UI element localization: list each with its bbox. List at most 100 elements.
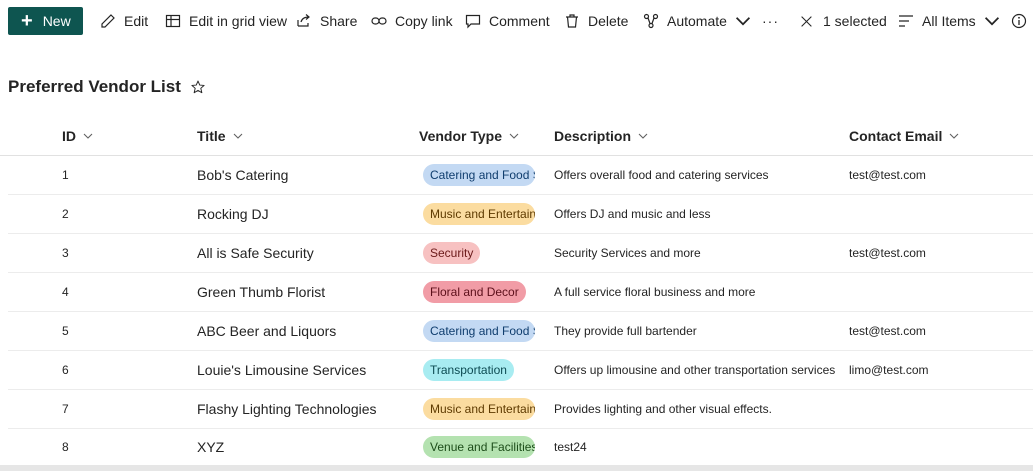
table-row[interactable]: 2 Rocking DJ Music and Entertainm Offers… bbox=[8, 195, 1033, 234]
table-row[interactable]: 4 Green Thumb Florist Floral and Decor A… bbox=[8, 273, 1033, 312]
table-row[interactable]: 1 Bob's Catering Catering and Food Se Of… bbox=[8, 156, 1033, 195]
column-header-description[interactable]: Description bbox=[554, 128, 648, 144]
cell-title[interactable]: Louie's Limousine Services bbox=[197, 351, 366, 389]
share-icon bbox=[297, 14, 310, 27]
view-switcher[interactable]: All Items bbox=[898, 0, 1008, 42]
delete-icon bbox=[566, 14, 578, 28]
info-button[interactable] bbox=[1011, 0, 1033, 42]
new-button[interactable]: + New bbox=[8, 7, 83, 35]
cell-description: Offers overall food and catering service… bbox=[554, 168, 769, 182]
vendor-type-pill: Catering and Food Se bbox=[423, 320, 535, 342]
cell-id: 7 bbox=[62, 402, 69, 416]
cell-title[interactable]: Flashy Lighting Technologies bbox=[197, 390, 377, 428]
delete-button[interactable]: Delete bbox=[564, 0, 628, 42]
vendor-type-pill: Security bbox=[423, 242, 481, 264]
cell-vendor-type: Floral and Decor bbox=[423, 273, 535, 311]
horizontal-scrollbar[interactable] bbox=[0, 465, 1033, 471]
chevron-down-icon bbox=[949, 133, 959, 139]
cell-title[interactable]: All is Safe Security bbox=[197, 234, 314, 272]
column-header-vendor-type[interactable]: Vendor Type bbox=[419, 128, 519, 144]
column-header-contact-email-label: Contact Email bbox=[849, 128, 943, 144]
cell-description: Offers up limousine and other transporta… bbox=[554, 363, 836, 377]
column-header-title-label: Title bbox=[197, 128, 226, 144]
automate-button[interactable]: Automate bbox=[643, 0, 759, 42]
chevron-down-icon bbox=[984, 17, 999, 26]
edit-label: Edit bbox=[124, 13, 149, 29]
star-icon[interactable] bbox=[191, 80, 205, 94]
column-header-vendor-type-label: Vendor Type bbox=[419, 128, 502, 144]
share-button[interactable]: Share bbox=[296, 0, 357, 42]
automate-icon bbox=[643, 13, 659, 29]
table-row[interactable]: 6 Louie's Limousine Services Transportat… bbox=[8, 351, 1033, 390]
plus-icon: + bbox=[21, 10, 33, 32]
cell-contact-email: limo@test.com bbox=[849, 363, 929, 377]
share-label: Share bbox=[320, 13, 358, 29]
automate-label: Automate bbox=[667, 13, 727, 29]
cell-contact-email: test@test.com bbox=[849, 168, 926, 182]
vendor-type-pill: Music and Entertainm bbox=[423, 203, 535, 225]
copy-link-button[interactable]: Copy link bbox=[371, 0, 453, 42]
info-icon bbox=[1011, 13, 1027, 29]
close-icon bbox=[801, 15, 812, 27]
comment-button[interactable]: Comment bbox=[465, 0, 550, 42]
chevron-down-icon bbox=[638, 133, 648, 139]
cell-contact-email: test@test.com bbox=[849, 246, 926, 260]
cell-id: 2 bbox=[62, 207, 69, 221]
chevron-down-icon bbox=[735, 17, 750, 26]
cell-title[interactable]: Bob's Catering bbox=[197, 156, 288, 194]
column-header-row: ID Title Vendor Type Description Contact… bbox=[0, 118, 1033, 156]
selected-count: 1 selected bbox=[823, 13, 887, 29]
cell-id: 3 bbox=[62, 246, 69, 260]
cell-title[interactable]: XYZ bbox=[197, 428, 224, 466]
cell-title[interactable]: Green Thumb Florist bbox=[197, 273, 325, 311]
view-icon bbox=[899, 15, 913, 27]
cell-id: 8 bbox=[62, 440, 69, 454]
new-label: New bbox=[42, 13, 71, 29]
view-label: All Items bbox=[922, 13, 976, 29]
comment-label: Comment bbox=[489, 13, 550, 29]
column-header-id-label: ID bbox=[62, 128, 76, 144]
vendor-type-pill: Venue and Facilities bbox=[423, 436, 535, 458]
cell-vendor-type: Music and Entertainm bbox=[423, 390, 535, 428]
more-button[interactable]: ··· bbox=[762, 0, 779, 42]
cell-description: Provides lighting and other visual effec… bbox=[554, 402, 772, 416]
cell-vendor-type: Catering and Food Se bbox=[423, 312, 535, 350]
chevron-down-icon bbox=[509, 133, 519, 139]
table-row[interactable]: 5 ABC Beer and Liquors Catering and Food… bbox=[8, 312, 1033, 351]
table-row[interactable]: 3 All is Safe Security Security Security… bbox=[8, 234, 1033, 273]
command-bar: + New Edit Edit in grid view Share Copy … bbox=[0, 0, 1033, 42]
vendor-type-pill: Transportation bbox=[423, 359, 514, 381]
grid-icon bbox=[165, 14, 181, 28]
clear-selection-button[interactable]: 1 selected bbox=[800, 0, 887, 42]
cell-title[interactable]: Rocking DJ bbox=[197, 195, 269, 233]
copy-link-label: Copy link bbox=[395, 13, 453, 29]
page-title: Preferred Vendor List bbox=[8, 77, 181, 96]
vendor-type-pill: Catering and Food Se bbox=[423, 164, 535, 186]
cell-description: They provide full bartender bbox=[554, 324, 697, 338]
cell-id: 5 bbox=[62, 324, 69, 338]
vendor-type-pill: Music and Entertainm bbox=[423, 398, 535, 420]
vendor-type-pill: Floral and Decor bbox=[423, 281, 526, 303]
cell-vendor-type: Catering and Food Se bbox=[423, 156, 535, 194]
column-header-title[interactable]: Title bbox=[197, 128, 243, 144]
edit-grid-button[interactable]: Edit in grid view bbox=[165, 0, 287, 42]
edit-button[interactable]: Edit bbox=[100, 0, 148, 42]
chevron-down-icon bbox=[83, 133, 93, 139]
cell-contact-email: test@test.com bbox=[849, 324, 926, 338]
table-row[interactable]: 7 Flashy Lighting Technologies Music and… bbox=[8, 390, 1033, 429]
cell-description: test24 bbox=[554, 440, 587, 454]
cell-vendor-type: Security bbox=[423, 234, 535, 272]
column-header-id[interactable]: ID bbox=[62, 128, 93, 144]
cell-description: A full service floral business and more bbox=[554, 285, 756, 299]
link-icon bbox=[371, 17, 387, 25]
cell-title[interactable]: ABC Beer and Liquors bbox=[197, 312, 336, 350]
table-row[interactable]: 8 XYZ Venue and Facilities test24 bbox=[8, 428, 1033, 467]
chevron-down-icon bbox=[233, 133, 242, 139]
cell-id: 6 bbox=[62, 363, 69, 377]
list-title-row: Preferred Vendor List bbox=[8, 76, 205, 98]
comment-icon bbox=[465, 14, 481, 29]
cell-id: 4 bbox=[62, 285, 69, 299]
column-header-description-label: Description bbox=[554, 128, 632, 144]
column-header-contact-email[interactable]: Contact Email bbox=[849, 128, 959, 144]
edit-icon bbox=[101, 14, 115, 28]
